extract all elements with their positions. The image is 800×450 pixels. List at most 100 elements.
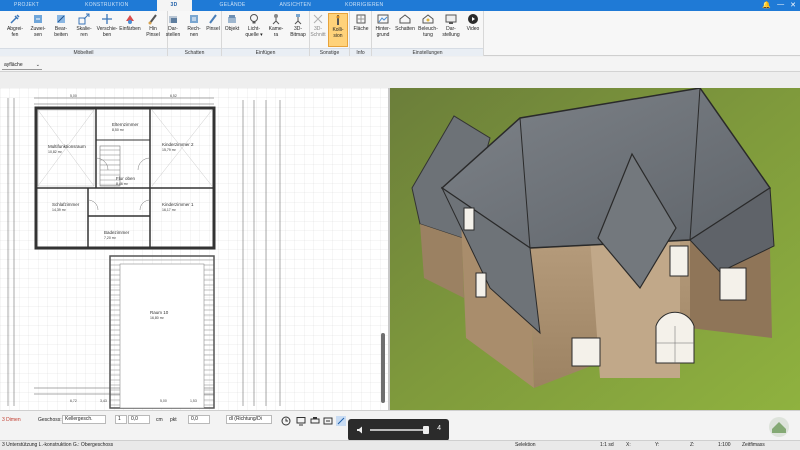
speaker-icon[interactable] <box>356 425 366 435</box>
tool-active-icon[interactable] <box>336 416 346 426</box>
tool-label: Zuwei-sen <box>30 26 46 38</box>
tool-lichtquelle[interactable]: Licht-quelle ▾ <box>243 13 265 47</box>
dimension-mode-label[interactable]: 3 Dimen <box>2 416 21 424</box>
tool-hin-pinsel[interactable]: Hin Pinsel <box>142 13 164 47</box>
view-select[interactable]: ayfläche ⌄ <box>2 60 42 70</box>
option-strip: ayfläche ⌄ <box>0 57 800 72</box>
menu-tab-bar: PROJEKT KONSTRUKTION 3D GELÄNDE ANSICHTE… <box>0 0 800 11</box>
ribbon: Abgrei-fen Zuwei-sen Bear-beiten Skalie-… <box>0 11 800 56</box>
svg-text:3,43: 3,43 <box>100 399 107 403</box>
tab-gelaende[interactable]: GELÄNDE <box>212 0 254 11</box>
room-area: 16,80 m² <box>150 316 165 320</box>
tool-label: Verschie-ben <box>96 26 118 38</box>
tool-kollision[interactable]: Kolli-sion <box>328 13 348 47</box>
field-1[interactable]: 1 <box>115 415 127 424</box>
3d-view[interactable] <box>390 88 800 410</box>
app-window: PROJEKT KONSTRUKTION 3D GELÄNDE ANSICHTE… <box>0 0 800 450</box>
assign-icon <box>34 15 42 23</box>
floorplan-canvas: Elternzimmer 8,50 m² Multifunktionsraum … <box>0 88 388 410</box>
floorplan-view[interactable]: Elternzimmer 8,50 m² Multifunktionsraum … <box>0 88 388 410</box>
tool-bearbeiten[interactable]: Bear-beiten <box>50 13 72 47</box>
tool-label: Dar-stellung <box>442 26 460 38</box>
tab-konstruktion[interactable]: KONSTRUKTION <box>77 0 136 11</box>
tool-einfaerben[interactable]: Einfärben <box>119 13 141 47</box>
volume-overlay[interactable]: 4 <box>348 419 449 441</box>
tool-label: Licht-quelle ▾ <box>245 26 263 38</box>
direction-select[interactable]: dl (Richtung/Di <box>226 415 272 424</box>
bitmap-icon <box>294 14 302 25</box>
tool-hintergrund[interactable]: Hinter-grund <box>372 13 394 47</box>
app-logo <box>769 417 789 437</box>
tool-zuweisen[interactable]: Zuwei-sen <box>27 13 49 47</box>
tool-schatten-settings[interactable]: Schatten <box>394 13 416 47</box>
svg-text:5,00: 5,00 <box>70 94 77 98</box>
room-name: Kinderzimmer 1 <box>162 202 194 207</box>
tool-kamera[interactable]: Kame-ra <box>265 13 287 47</box>
geschoss-select[interactable]: Kellergesch. <box>62 415 106 424</box>
edit-icon <box>57 15 65 23</box>
status-x: X: <box>626 442 631 448</box>
tool-label: 3D- Bitmap <box>290 26 306 38</box>
display-icon <box>445 14 457 24</box>
tool-3d-bitmap[interactable]: 3D- Bitmap <box>287 13 309 47</box>
chevron-down-icon: ⌄ <box>35 62 40 68</box>
tool-label: Kolli-sion <box>332 27 344 39</box>
minimize-icon[interactable]: — <box>777 1 784 9</box>
vertical-scrollbar[interactable] <box>381 333 385 403</box>
tool-skalieren[interactable]: Skalie-ren <box>73 13 95 47</box>
tool-flaeche[interactable]: Fläche <box>350 13 372 47</box>
volume-slider-track[interactable] <box>370 429 425 431</box>
tool-darstellen[interactable]: Dar-stellen <box>162 13 184 47</box>
field-1-value: 1 <box>118 416 121 422</box>
object-icon <box>228 15 236 23</box>
field-3-input[interactable]: 0,0 <box>188 415 210 424</box>
window-controls: 🔔 — ✕ <box>762 1 796 9</box>
room-area: 16,17 m² <box>162 208 177 212</box>
status-scale: 1:1 sd <box>600 442 614 448</box>
room-area: 7,20 m² <box>104 236 117 240</box>
move-icon <box>102 14 112 24</box>
field-2-input[interactable]: 0,0 <box>128 415 150 424</box>
tool-verschieben[interactable]: Verschie-ben <box>96 13 118 47</box>
tab-korrigieren[interactable]: KORRIGIEREN <box>337 0 391 11</box>
tab-3d[interactable]: 3D <box>156 0 192 11</box>
ribbon-group-label: Möbelteil <box>0 48 167 56</box>
room-name: Multifunktionsraum <box>48 144 86 149</box>
background-icon <box>377 14 389 24</box>
clock-icon[interactable] <box>281 416 291 426</box>
status-mode: Zeitfimass <box>742 442 765 448</box>
close-icon[interactable]: ✕ <box>790 1 796 9</box>
video-icon <box>468 14 478 24</box>
tool-label: 3D- Schnitt <box>310 26 326 38</box>
tool-abgreifen[interactable]: Abgrei-fen <box>4 13 26 47</box>
tool-video[interactable]: Video <box>462 13 484 47</box>
room-name: Kinderzimmer 2 <box>162 142 194 147</box>
bell-icon[interactable]: 🔔 <box>762 1 771 9</box>
status-bar: 3 Unterstützung L.-konstruktion G.: Ober… <box>0 440 800 450</box>
room-area: 8,50 m² <box>112 128 125 132</box>
tab-projekt[interactable]: PROJEKT <box>6 0 47 11</box>
ribbon-group-einfuegen: Objekt Licht-quelle ▾ Kame-ra 3D- Bitmap … <box>222 11 310 56</box>
room-name: Flur oben <box>116 176 136 181</box>
volume-slider-knob[interactable] <box>423 426 429 434</box>
monitor-icon[interactable] <box>296 416 306 426</box>
unit-label-pkt: pkt <box>170 417 177 423</box>
tool-darstellung[interactable]: Dar-stellung <box>440 13 462 47</box>
print-icon[interactable] <box>310 416 320 426</box>
room-area: 8,46 m² <box>116 182 129 186</box>
tab-ansichten[interactable]: ANSICHTEN <box>272 0 320 11</box>
tool-beleuchtung[interactable]: Beleuch-tung <box>417 13 439 47</box>
tool-label: Fläche <box>353 26 369 32</box>
room-name: Schlafzimmer <box>52 202 80 207</box>
ribbon-group-sonstige: 3D- Schnitt Kolli-sion Sonstige <box>310 11 350 56</box>
shade-icon <box>169 16 177 23</box>
field-2-value: 0,0 <box>131 416 138 422</box>
lighting-icon <box>422 14 434 24</box>
tool-objekt[interactable]: Objekt <box>221 13 243 47</box>
export-icon[interactable] <box>323 416 333 426</box>
room-area: 14,39 m² <box>52 208 67 212</box>
status-z: Z: <box>690 442 695 448</box>
tool-3d-schnitt[interactable]: 3D- Schnitt <box>307 13 329 47</box>
pipette-icon <box>10 14 20 24</box>
ribbon-group-label: Schatten <box>168 48 221 56</box>
